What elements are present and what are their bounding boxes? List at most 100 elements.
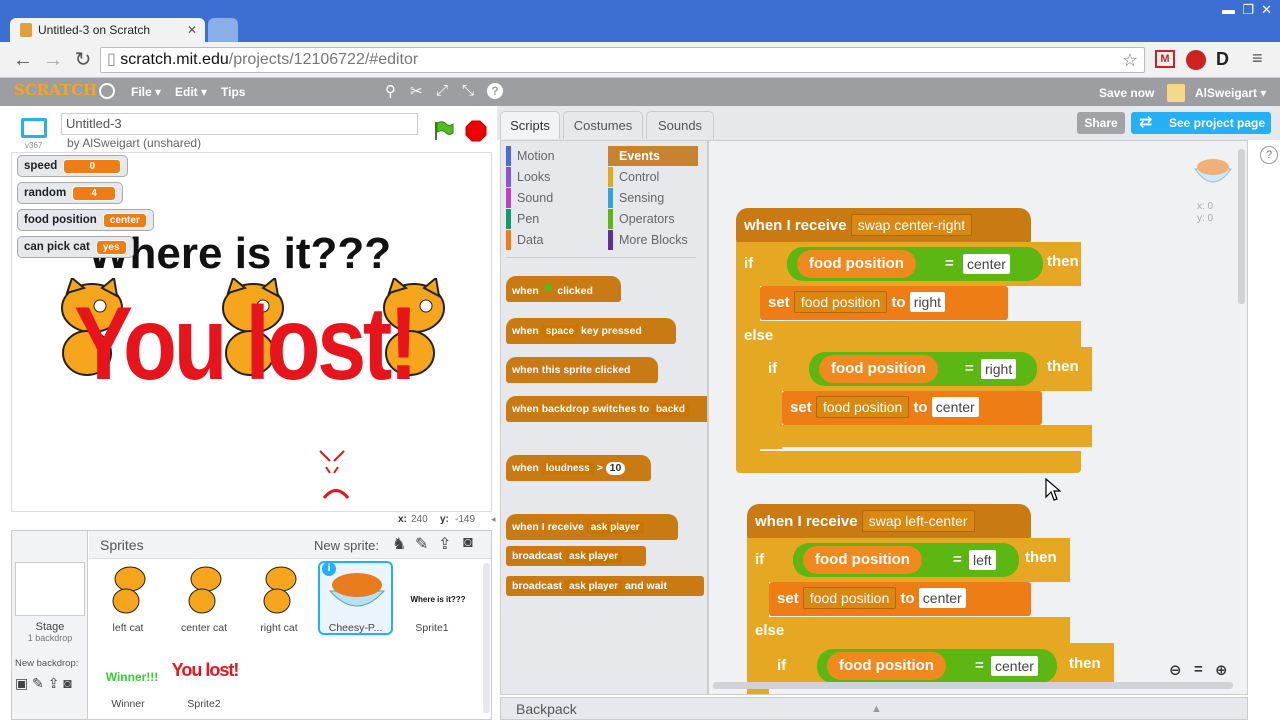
sprite2-thumbnail[interactable]: You lost!: [170, 660, 240, 681]
menu-tips[interactable]: Tips: [221, 85, 245, 99]
extension-d-icon[interactable]: D: [1216, 49, 1229, 70]
browser-tab[interactable]: Untitled-3 on Scratch ✕: [10, 18, 205, 42]
save-now-link[interactable]: Save now: [1099, 86, 1154, 100]
when-i-receive-hat-block[interactable]: when I receive swap left-center: [747, 504, 1031, 540]
value-input[interactable]: left: [969, 550, 996, 570]
value-input[interactable]: right: [909, 292, 946, 312]
food-position-reporter[interactable]: food position: [819, 355, 938, 383]
message-dropdown[interactable]: swap left-center: [861, 510, 975, 532]
equals-operator-block[interactable]: food position = right: [809, 352, 1037, 386]
food-position-reporter[interactable]: food position: [803, 546, 922, 574]
sprites-scrollbar[interactable]: [483, 563, 490, 713]
address-bar[interactable]: ▯ scratch.mit.edu/projects/12106722/#edi…: [100, 47, 1145, 73]
sensor-dropdown[interactable]: loudness: [541, 462, 594, 475]
menu-edit[interactable]: Edit ▾: [175, 85, 207, 99]
sprite-library-icon[interactable]: ♞: [392, 534, 406, 554]
tab-scripts[interactable]: Scripts: [500, 111, 560, 139]
zoom-in-icon[interactable]: ⊕: [1215, 661, 1228, 679]
when-key-pressed-block[interactable]: when space key pressed: [506, 318, 676, 344]
see-project-page-button[interactable]: ⇄ See project page: [1131, 112, 1271, 134]
extension-icon[interactable]: [1186, 50, 1206, 70]
monitor-random[interactable]: random 4: [17, 182, 124, 204]
expand-arrow-icon[interactable]: ▲: [871, 698, 882, 720]
food-position-reporter[interactable]: food position: [797, 250, 916, 278]
right-cat-thumbnail[interactable]: [253, 563, 305, 615]
reload-icon[interactable]: ↻: [70, 47, 96, 73]
category-more-blocks[interactable]: More Blocks: [608, 230, 698, 250]
duplicate-icon[interactable]: ⚲: [385, 82, 396, 100]
scratch-logo[interactable]: SCRATCH: [14, 81, 97, 99]
backdrop-tools-icons[interactable]: ▣ ✎ ⇪ ◙: [15, 675, 72, 692]
set-variable-block[interactable]: set food position to center: [769, 582, 1031, 616]
chrome-menu-icon[interactable]: ≡: [1252, 48, 1263, 69]
scripts-horizontal-scrollbar[interactable]: [713, 682, 1233, 689]
new-tab-button[interactable]: [208, 18, 238, 42]
current-sprite-thumbnail[interactable]: [1193, 155, 1233, 191]
variable-dropdown[interactable]: food position: [802, 587, 897, 609]
help-icon[interactable]: ?: [487, 83, 503, 99]
globe-icon[interactable]: [99, 83, 115, 99]
bookmark-star-icon[interactable]: ☆: [1122, 48, 1138, 72]
menu-file[interactable]: File ▾: [131, 85, 161, 99]
monitor-speed[interactable]: speed 0: [17, 155, 129, 177]
category-pen[interactable]: Pen: [506, 209, 596, 229]
project-title-input[interactable]: Untitled-3: [61, 113, 418, 135]
zoom-reset-icon[interactable]: =: [1194, 661, 1203, 678]
message-dropdown[interactable]: ask player: [586, 521, 644, 534]
value-input[interactable]: center: [918, 588, 966, 608]
zoom-out-icon[interactable]: ⊖: [1169, 661, 1182, 679]
selected-sprite-cheesy[interactable]: i Cheesy-P...: [318, 561, 393, 635]
window-controls[interactable]: ▬ ❐ ✕: [1222, 2, 1272, 18]
monitor-can-pick-cat[interactable]: can pick cat yes: [17, 236, 134, 258]
value-input[interactable]: center: [991, 656, 1038, 676]
when-loudness-block[interactable]: when loudness > 10: [506, 455, 651, 481]
camera-icon[interactable]: ◙: [463, 534, 473, 552]
equals-operator-block[interactable]: food position = left: [793, 543, 1019, 577]
category-operators[interactable]: Operators: [608, 209, 698, 229]
food-position-reporter[interactable]: food position: [827, 652, 946, 680]
stop-sign-icon[interactable]: [465, 120, 487, 142]
when-i-receive-hat-block[interactable]: when I receive swap center-right: [736, 208, 1031, 244]
backpack-bar[interactable]: Backpack ▲: [500, 697, 1248, 720]
variable-dropdown[interactable]: food position: [815, 396, 910, 418]
value-input[interactable]: right: [981, 359, 1017, 379]
green-flag-icon[interactable]: [432, 120, 454, 140]
value-input[interactable]: center: [963, 254, 1010, 274]
user-avatar[interactable]: [1167, 84, 1185, 102]
category-data[interactable]: Data: [506, 230, 596, 250]
category-looks[interactable]: Looks: [506, 167, 596, 187]
variable-dropdown[interactable]: food position: [793, 291, 888, 313]
when-i-receive-block[interactable]: when I receive ask player: [506, 514, 678, 540]
broadcast-and-wait-block[interactable]: broadcast ask player and wait: [506, 576, 704, 596]
category-sound[interactable]: Sound: [506, 188, 596, 208]
share-button[interactable]: Share: [1077, 112, 1125, 134]
center-cat-thumbnail[interactable]: [178, 563, 230, 615]
scripts-vertical-scrollbar[interactable]: [1238, 149, 1245, 304]
user-menu[interactable]: AlSweigart ▾: [1195, 86, 1266, 100]
presentation-mode-icon[interactable]: [21, 118, 47, 138]
tab-sounds[interactable]: Sounds: [646, 111, 714, 139]
backdrop-dropdown[interactable]: backd: [652, 403, 689, 416]
delete-icon[interactable]: ✂: [410, 82, 423, 100]
winner-thumbnail[interactable]: Winner!!!: [92, 670, 172, 684]
category-events[interactable]: Events: [608, 146, 698, 166]
when-backdrop-switches-block[interactable]: when backdrop switches to backd: [506, 396, 707, 422]
set-variable-block[interactable]: set food position to right: [760, 286, 1008, 320]
monitor-food-position[interactable]: food position center: [17, 209, 154, 231]
when-flag-clicked-block[interactable]: when ⚑ clicked: [506, 276, 621, 302]
key-dropdown[interactable]: space: [541, 325, 579, 338]
shrink-icon[interactable]: ⤡: [462, 82, 474, 99]
back-arrow-icon[interactable]: ←: [10, 47, 36, 73]
message-dropdown[interactable]: ask player: [565, 550, 623, 563]
category-control[interactable]: Control: [608, 167, 698, 187]
forward-arrow-icon[interactable]: →: [40, 47, 66, 73]
paint-brush-icon[interactable]: ✎: [415, 534, 428, 554]
scripts-area[interactable]: when I receive swap center-right if food…: [708, 140, 1248, 695]
stage-canvas[interactable]: Where is it??? You lost!: [11, 152, 492, 512]
equals-operator-block[interactable]: food position = center: [817, 649, 1057, 683]
message-dropdown[interactable]: swap center-right: [850, 214, 973, 236]
collapse-stage-arrow-icon[interactable]: ◂: [491, 514, 499, 528]
left-cat-thumbnail[interactable]: [102, 563, 154, 615]
set-variable-block[interactable]: set food position to center: [782, 391, 1042, 425]
equals-operator-block[interactable]: food position = center: [787, 247, 1043, 281]
